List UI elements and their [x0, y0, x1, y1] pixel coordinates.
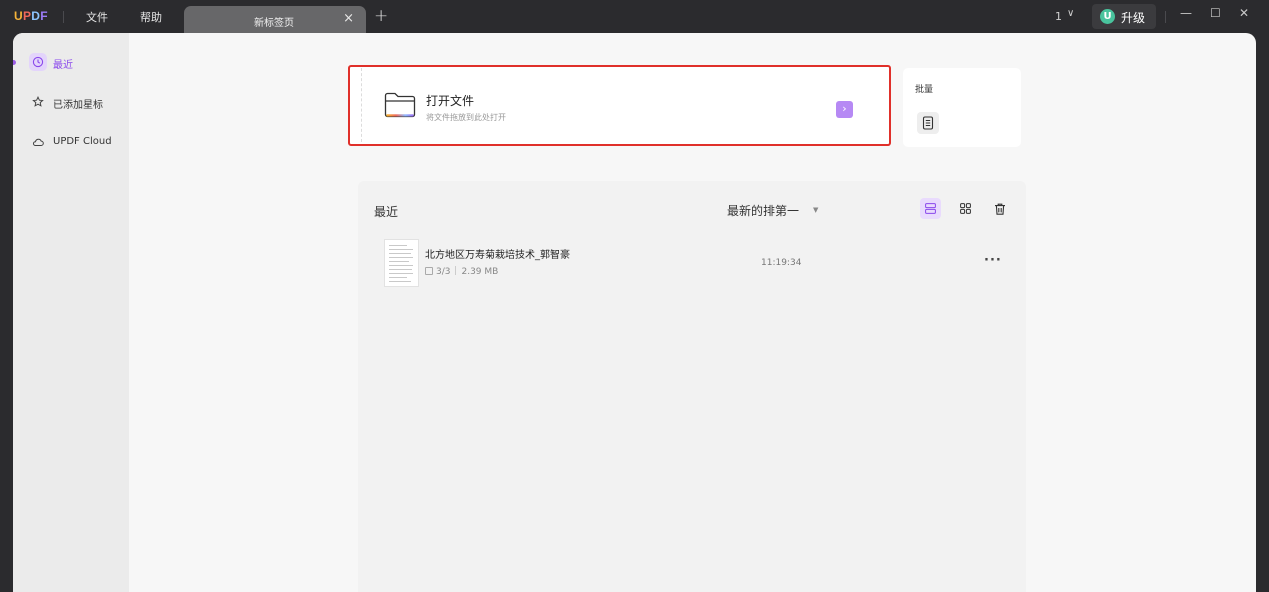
- active-indicator: [13, 60, 16, 65]
- star-icon: [29, 93, 47, 111]
- open-file-title: 打开文件: [426, 94, 475, 108]
- sidebar-item-label: 最近: [53, 60, 73, 71]
- minimize-icon[interactable]: —: [1180, 6, 1192, 20]
- recent-title: 最近: [374, 205, 399, 219]
- file-name: 北方地区万寿菊栽培技术_郭智豪: [425, 250, 570, 261]
- file-meta: 3/3 2.39 MB: [425, 266, 498, 277]
- meta-divider: [455, 266, 457, 275]
- close-icon[interactable]: ✕: [1239, 6, 1249, 20]
- caret-down-icon[interactable]: ▼: [813, 206, 818, 214]
- more-options-icon[interactable]: ···: [984, 253, 1002, 268]
- sidebar-item-label: UPDF Cloud: [53, 136, 112, 147]
- clock-icon: [29, 53, 47, 71]
- tab-close-icon[interactable]: ×: [343, 11, 354, 26]
- upgrade-button[interactable]: U 升级: [1092, 4, 1156, 29]
- trash-icon: [995, 203, 1005, 215]
- list-view-button[interactable]: [920, 198, 941, 219]
- chevron-down-icon[interactable]: ∨: [1067, 8, 1074, 19]
- main-window: 最近 已添加星标 UPDF Cloud 打开文件 将文件拖放到此处打开 › 批量…: [13, 33, 1256, 592]
- title-bar: UPDF 文件 帮助 新标签页 × + 1 ∨ U 升级 — ☐ ✕: [0, 0, 1269, 34]
- open-file-card[interactable]: 打开文件 将文件拖放到此处打开 ›: [348, 65, 891, 146]
- maximize-icon[interactable]: ☐: [1210, 6, 1221, 20]
- cloud-icon: [29, 133, 47, 151]
- title-divider: [63, 11, 64, 23]
- batch-title: 批量: [915, 85, 934, 95]
- add-tab-icon[interactable]: +: [374, 6, 388, 26]
- file-time: 11:19:34: [761, 258, 802, 268]
- file-size: 2.39 MB: [461, 267, 499, 277]
- sidebar-item-cloud[interactable]: UPDF Cloud: [27, 132, 125, 154]
- open-file-arrow-icon[interactable]: ›: [836, 101, 853, 118]
- window-count: 1: [1055, 10, 1062, 23]
- delete-button[interactable]: [989, 198, 1010, 219]
- menu-help[interactable]: 帮助: [140, 9, 162, 25]
- sidebar-item-label: 已添加星标: [53, 100, 103, 111]
- file-pages: 3/3: [436, 267, 451, 277]
- updf-logo[interactable]: UPDF: [14, 9, 48, 23]
- file-row[interactable]: 北方地区万寿菊栽培技术_郭智豪 3/3 2.39 MB 11:19:34 ···: [374, 236, 1014, 292]
- sidebar-item-recent[interactable]: 最近: [27, 52, 125, 74]
- avatar: U: [1100, 9, 1115, 24]
- list-view-icon: [925, 203, 936, 214]
- folder-icon: [384, 92, 416, 118]
- tab-new[interactable]: 新标签页 ×: [184, 6, 366, 34]
- sort-dropdown[interactable]: 最新的排第一: [727, 202, 799, 219]
- file-thumbnail: [384, 239, 419, 287]
- menu-file[interactable]: 文件: [86, 9, 108, 25]
- title-divider: [1165, 11, 1166, 23]
- tab-title: 新标签页: [254, 18, 294, 29]
- page-icon: [425, 267, 433, 275]
- sidebar: 最近 已添加星标 UPDF Cloud: [13, 33, 129, 592]
- batch-button[interactable]: [917, 112, 939, 134]
- document-stack-icon: [922, 116, 934, 130]
- recent-panel: 最近 最新的排第一 ▼ 北方地区万寿菊栽培技术_郭智豪 3/3 2.39 MB …: [358, 181, 1026, 592]
- sidebar-item-starred[interactable]: 已添加星标: [27, 92, 125, 114]
- upgrade-label: 升级: [1121, 11, 1146, 25]
- open-file-subtitle: 将文件拖放到此处打开: [426, 113, 506, 122]
- grid-view-button[interactable]: [955, 198, 976, 219]
- grid-view-icon: [960, 203, 971, 214]
- batch-card: 批量: [903, 68, 1021, 147]
